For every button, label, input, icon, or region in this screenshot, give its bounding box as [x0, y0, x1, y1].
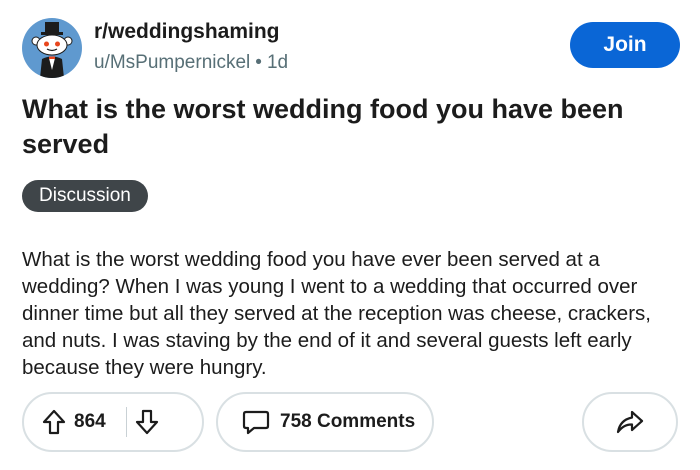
vote-bar: 864 [22, 392, 204, 452]
post-header: r/weddingshaming u/MsPumpernickel • 1d Joi… [22, 16, 682, 80]
vote-divider [125, 407, 127, 437]
subreddit-name[interactable]: r/weddingshaming [94, 20, 280, 44]
comments-button[interactable]: 758 Comments [216, 392, 434, 452]
post-age: 1d [266, 52, 289, 73]
share-icon [615, 409, 645, 435]
post-title[interactable]: What is the worst wedding food you have … [22, 92, 672, 162]
post-body: What is the worst wedding food you have … [22, 248, 651, 379]
downvote-icon[interactable] [135, 409, 159, 435]
snoo-avatar-icon [31, 22, 73, 78]
flair-badge[interactable]: Discussion [22, 180, 148, 212]
author-name[interactable]: u/MsPumpernickel [94, 52, 250, 73]
comment-icon [242, 409, 270, 435]
upvote-icon[interactable] [42, 409, 66, 435]
vote-count: 864 [74, 411, 106, 432]
comments-count: 758 Comments [280, 411, 416, 432]
share-button[interactable] [582, 392, 678, 452]
post-meta: u/MsPumpernickel • 1d [94, 52, 288, 74]
join-button[interactable]: Join [570, 22, 680, 68]
meta-separator: • [255, 52, 262, 73]
subreddit-avatar[interactable] [22, 18, 82, 78]
